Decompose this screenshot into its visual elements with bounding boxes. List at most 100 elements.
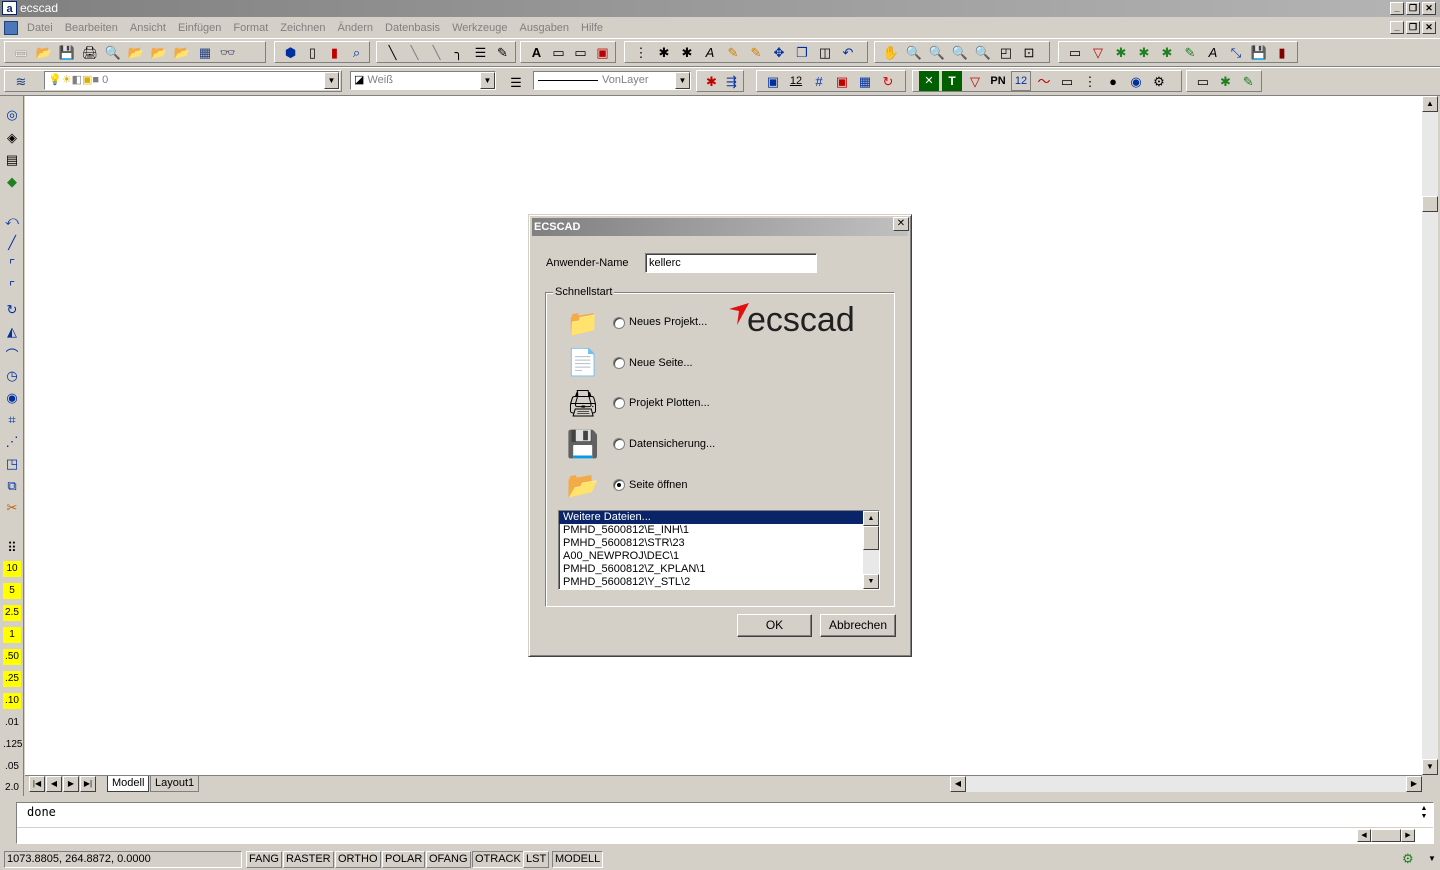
properties-icon[interactable]: ✱ bbox=[703, 71, 720, 91]
tools-icon[interactable]: ✂ bbox=[3, 499, 21, 517]
label-new-page[interactable]: Neue Seite... bbox=[629, 357, 693, 369]
minimize-button[interactable]: _ bbox=[1390, 2, 1404, 15]
menu-bearbeiten[interactable]: Bearbeiten bbox=[59, 22, 124, 34]
triangle-icon[interactable]: ▽ bbox=[1088, 42, 1108, 62]
menu-einfuegen[interactable]: Einfügen bbox=[172, 22, 227, 34]
otrack-button[interactable]: OTRACK bbox=[472, 851, 524, 868]
tray-icon[interactable]: ⚙ bbox=[1402, 851, 1414, 867]
wire-number-icon[interactable]: ✱ bbox=[1111, 42, 1131, 62]
crossref-icon[interactable]: ✱ bbox=[1134, 42, 1154, 62]
explode-icon[interactable]: ⋰ bbox=[3, 433, 21, 451]
scale-0-05[interactable]: .05 bbox=[3, 759, 21, 775]
triangle-down-icon[interactable]: ▽ bbox=[965, 71, 985, 91]
match-icon[interactable]: ⇶ bbox=[723, 71, 740, 91]
open-project-icon[interactable]: 📂 bbox=[126, 42, 146, 62]
scroll-down-icon[interactable]: ▼ bbox=[863, 574, 879, 589]
open-page-icon[interactable]: 📂 bbox=[149, 42, 169, 62]
scroll-down-icon[interactable]: ▼ bbox=[1422, 759, 1438, 775]
edit-icon[interactable]: ✎ bbox=[723, 42, 743, 62]
save-icon[interactable]: 💾 bbox=[57, 42, 77, 62]
pn-icon[interactable]: PN bbox=[988, 71, 1008, 91]
ok-button[interactable]: OK bbox=[737, 614, 812, 637]
group-icon[interactable]: ⧉ bbox=[3, 477, 21, 495]
scroll-right-icon[interactable]: ▶ bbox=[1406, 776, 1422, 792]
text-icon[interactable]: A bbox=[527, 42, 546, 62]
ofang-button[interactable]: OFANG bbox=[426, 851, 471, 868]
line-gray-icon[interactable]: ╲ bbox=[405, 42, 424, 62]
color-combo[interactable]: ◪ Weiß ▼ bbox=[350, 71, 496, 90]
connect-icon[interactable]: ✎ bbox=[1180, 42, 1200, 62]
terminal-icon[interactable]: ▯ bbox=[303, 42, 322, 62]
hash-icon[interactable]: # bbox=[809, 71, 829, 91]
undo-icon[interactable]: ↶ bbox=[838, 42, 858, 62]
scroll-thumb[interactable] bbox=[1422, 196, 1438, 212]
recent-files-list[interactable]: Weitere Dateien... PMHD_5600812\E_INH\1 … bbox=[558, 510, 880, 590]
corner-icon[interactable]: ╮ bbox=[449, 42, 468, 62]
menu-hilfe[interactable]: Hilfe bbox=[575, 22, 609, 34]
crop-icon[interactable]: ⌗ bbox=[3, 411, 21, 429]
number-icon[interactable]: 12 bbox=[786, 71, 806, 91]
number-box-icon[interactable]: 12 bbox=[1011, 71, 1031, 91]
move-icon[interactable]: ✥ bbox=[769, 42, 789, 62]
spiral-icon[interactable]: ◎ bbox=[3, 106, 21, 124]
ortho-button[interactable]: ORTHO bbox=[335, 851, 381, 868]
scale-0-50[interactable]: .50 bbox=[3, 649, 21, 665]
line-gray2-icon[interactable]: ╲ bbox=[427, 42, 446, 62]
shapes-icon[interactable]: ◈ bbox=[3, 129, 21, 147]
list-item[interactable]: Weitere Dateien... bbox=[559, 511, 864, 524]
block-icon[interactable]: ◳ bbox=[3, 455, 21, 473]
line-tool-icon[interactable]: ╱ bbox=[3, 234, 21, 252]
scroll-up-icon[interactable]: ▲ bbox=[1422, 96, 1438, 112]
last-tab-icon[interactable]: ▶| bbox=[80, 776, 96, 792]
app-icon[interactable]: a bbox=[2, 1, 17, 15]
restore-button[interactable]: ❐ bbox=[1406, 2, 1420, 15]
curve-icon[interactable]: ⌒ bbox=[3, 345, 21, 363]
raster-button[interactable]: RASTER bbox=[283, 851, 334, 868]
star-icon[interactable]: ✱ bbox=[1216, 71, 1236, 91]
doc-close-button[interactable]: ✕ bbox=[1422, 21, 1436, 34]
page-icon[interactable]: ▭ bbox=[1065, 42, 1085, 62]
terminal-red-icon[interactable]: ▮ bbox=[325, 42, 344, 62]
tab-layout1[interactable]: Layout1 bbox=[150, 776, 200, 792]
crossref2-icon[interactable]: ✱ bbox=[1157, 42, 1177, 62]
list-item[interactable]: A00_NEWPROJ\DEC\1 bbox=[559, 550, 879, 563]
scale-0-10[interactable]: .10 bbox=[3, 693, 21, 709]
scale-0-125[interactable]: .125 bbox=[3, 737, 22, 753]
linetype-combo[interactable]: VonLayer ▼ bbox=[533, 71, 691, 90]
image-icon[interactable]: ▣ bbox=[593, 42, 612, 62]
scale-1[interactable]: 1 bbox=[3, 627, 21, 643]
chevron-down-icon[interactable]: ▼ bbox=[480, 72, 495, 89]
lineweight-icon[interactable]: ☰ bbox=[506, 72, 526, 92]
list-item[interactable]: PMHD_5600812\Z_KPLAN\1 bbox=[559, 563, 879, 576]
radio-new-project[interactable] bbox=[613, 317, 625, 329]
lst-button[interactable]: LST bbox=[523, 851, 550, 868]
command-window[interactable]: done ▲ ▼ ◀ ▶ bbox=[16, 802, 1434, 844]
list-item[interactable]: PMHD_5600812\STR\23 bbox=[559, 537, 879, 550]
cross-icon[interactable]: ✕ bbox=[919, 71, 939, 91]
color-wheel-icon[interactable]: ◆ bbox=[3, 173, 21, 191]
chevron-down-icon[interactable]: ▼ bbox=[324, 72, 339, 89]
globe-icon[interactable]: ◉ bbox=[1126, 71, 1146, 91]
menu-datei[interactable]: Datei bbox=[21, 22, 59, 34]
table-tool-icon[interactable]: ▤ bbox=[3, 151, 21, 169]
first-tab-icon[interactable]: |◀ bbox=[29, 776, 45, 792]
command-scrollbar[interactable]: ▲ ▼ bbox=[1417, 805, 1431, 827]
close-button[interactable]: ✕ bbox=[1422, 2, 1436, 15]
erase-icon[interactable]: ✎ bbox=[746, 42, 766, 62]
menu-format[interactable]: Format bbox=[227, 22, 274, 34]
menu-ansicht[interactable]: Ansicht bbox=[124, 22, 172, 34]
view-icon[interactable]: ▣ bbox=[763, 71, 783, 91]
zoom-in-icon[interactable]: 🔍 bbox=[950, 42, 970, 62]
scale-0-25[interactable]: .25 bbox=[3, 671, 21, 687]
menu-ausgaben[interactable]: Ausgaben bbox=[514, 22, 576, 34]
chevron-down-icon[interactable]: ▼ bbox=[1428, 854, 1436, 863]
label-new-project[interactable]: Neues Projekt... bbox=[629, 316, 707, 328]
doc-minimize-button[interactable]: _ bbox=[1390, 21, 1404, 34]
list-item[interactable]: PMHD_5600812\E_INH\1 bbox=[559, 524, 879, 537]
pencil-icon[interactable]: ✎ bbox=[493, 42, 512, 62]
attribute-icon[interactable]: ✱ bbox=[654, 42, 674, 62]
dialog-close-button[interactable]: ✕ bbox=[893, 217, 909, 231]
print-preview-icon[interactable]: 🔍 bbox=[103, 42, 123, 62]
find-icon[interactable]: ⌕ bbox=[347, 42, 366, 62]
dots-icon[interactable]: ⋮ bbox=[1080, 71, 1100, 91]
